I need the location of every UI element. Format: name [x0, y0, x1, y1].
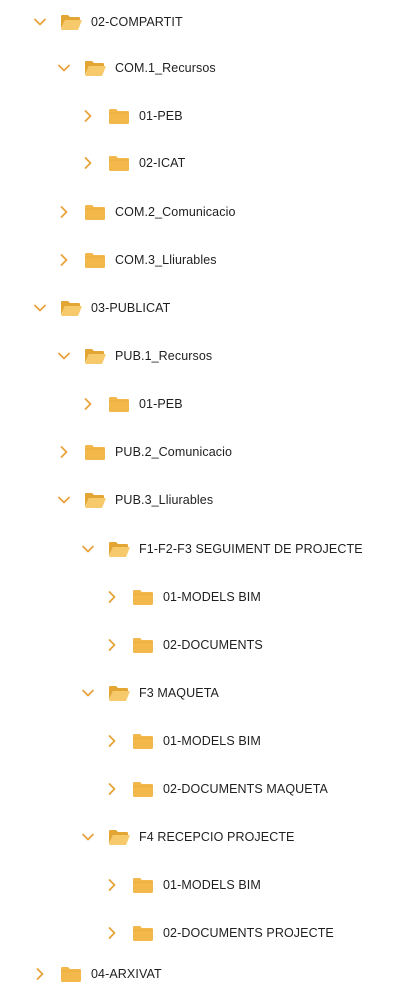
tree-item-label: F4 RECEPCIO PROJECTE: [139, 830, 295, 844]
tree-item-label: COM.2_Comunicacio: [115, 205, 236, 219]
tree-item-label: 01-PEB: [139, 109, 183, 123]
folder-icon: [132, 588, 154, 606]
chevron-right-icon[interactable]: [104, 637, 120, 653]
tree-item-label: 02-COMPARTIT: [91, 15, 183, 29]
tree-item-f1-02-documents[interactable]: 02-DOCUMENTS: [0, 623, 404, 667]
folder-open-icon: [108, 828, 130, 846]
tree-item-label: 01-MODELS BIM: [163, 878, 261, 892]
tree-item-label: 03-PUBLICAT: [91, 301, 171, 315]
folder-open-icon: [84, 59, 106, 77]
chevron-down-icon[interactable]: [32, 300, 48, 316]
chevron-right-icon[interactable]: [56, 252, 72, 268]
chevron-down-icon[interactable]: [56, 492, 72, 508]
chevron-right-icon[interactable]: [80, 155, 96, 171]
folder-icon: [132, 876, 154, 894]
chevron-right-icon[interactable]: [56, 204, 72, 220]
tree-item-label: COM.3_Lliurables: [115, 253, 217, 267]
tree-item-label: COM.1_Recursos: [115, 61, 216, 75]
tree-item-04-arxivat[interactable]: 04-ARXIVAT: [0, 952, 404, 996]
chevron-right-icon[interactable]: [80, 396, 96, 412]
chevron-right-icon[interactable]: [104, 781, 120, 797]
chevron-right-icon[interactable]: [104, 925, 120, 941]
tree-item-f1-01-models-bim[interactable]: 01-MODELS BIM: [0, 575, 404, 619]
tree-item-pub3-lliurables[interactable]: PUB.3_Lliurables: [0, 478, 404, 522]
folder-open-icon: [84, 347, 106, 365]
tree-item-f4-02-documents-projecte[interactable]: 02-DOCUMENTS PROJECTE: [0, 911, 404, 955]
folder-icon: [132, 636, 154, 654]
tree-item-label: F3 MAQUETA: [139, 686, 219, 700]
folder-icon: [84, 203, 106, 221]
folder-open-icon: [108, 540, 130, 558]
tree-item-03-publicat[interactable]: 03-PUBLICAT: [0, 286, 404, 330]
chevron-down-icon[interactable]: [56, 348, 72, 364]
tree-item-f3-02-documents-maqueta[interactable]: 02-DOCUMENTS MAQUETA: [0, 767, 404, 811]
chevron-right-icon[interactable]: [104, 589, 120, 605]
tree-item-com1-01-peb[interactable]: 01-PEB: [0, 94, 404, 138]
folder-icon: [84, 443, 106, 461]
chevron-down-icon[interactable]: [80, 685, 96, 701]
tree-item-label: PUB.3_Lliurables: [115, 493, 214, 507]
folder-icon: [108, 395, 130, 413]
chevron-down-icon[interactable]: [32, 14, 48, 30]
tree-item-com1-recursos[interactable]: COM.1_Recursos: [0, 46, 404, 90]
folder-icon: [132, 924, 154, 942]
tree-item-label: 01-MODELS BIM: [163, 734, 261, 748]
tree-item-02-compartit[interactable]: 02-COMPARTIT: [0, 0, 404, 44]
tree-item-label: 02-DOCUMENTS MAQUETA: [163, 782, 328, 796]
tree-item-label: 02-DOCUMENTS: [163, 638, 263, 652]
tree-item-label: 04-ARXIVAT: [91, 967, 162, 981]
tree-item-com2-comunicacio[interactable]: COM.2_Comunicacio: [0, 190, 404, 234]
chevron-right-icon[interactable]: [56, 444, 72, 460]
tree-item-label: PUB.2_Comunicacio: [115, 445, 233, 459]
chevron-down-icon[interactable]: [80, 541, 96, 557]
folder-icon: [60, 965, 82, 983]
tree-item-pub2-comunicacio[interactable]: PUB.2_Comunicacio: [0, 430, 404, 474]
tree-item-pub1-01-peb[interactable]: 01-PEB: [0, 382, 404, 426]
chevron-down-icon[interactable]: [56, 60, 72, 76]
tree-item-f3-01-models-bim[interactable]: 01-MODELS BIM: [0, 719, 404, 763]
tree-item-label: F1-F2-F3 SEGUIMENT DE PROJECTE: [139, 542, 363, 556]
chevron-right-icon[interactable]: [104, 877, 120, 893]
folder-open-icon: [60, 13, 82, 31]
tree-item-f4-recepcio-projecte[interactable]: F4 RECEPCIO PROJECTE: [0, 815, 404, 859]
tree-item-pub1-recursos[interactable]: PUB.1_Recursos: [0, 334, 404, 378]
folder-icon: [132, 780, 154, 798]
folder-open-icon: [60, 299, 82, 317]
tree-item-label: 01-MODELS BIM: [163, 590, 261, 604]
tree-item-f1-f2-f3-seguiment[interactable]: F1-F2-F3 SEGUIMENT DE PROJECTE: [0, 527, 404, 571]
folder-icon: [84, 251, 106, 269]
folder-open-icon: [108, 684, 130, 702]
tree-item-label: 02-DOCUMENTS PROJECTE: [163, 926, 334, 940]
tree-item-f4-01-models-bim[interactable]: 01-MODELS BIM: [0, 863, 404, 907]
tree-item-com3-lliurables[interactable]: COM.3_Lliurables: [0, 238, 404, 282]
chevron-right-icon[interactable]: [32, 966, 48, 982]
folder-icon: [132, 732, 154, 750]
folder-open-icon: [84, 491, 106, 509]
tree-item-label: 01-PEB: [139, 397, 183, 411]
chevron-down-icon[interactable]: [80, 829, 96, 845]
tree-item-com1-02-icat[interactable]: 02-ICAT: [0, 141, 404, 185]
tree-item-label: 02-ICAT: [139, 156, 186, 170]
folder-icon: [108, 154, 130, 172]
folder-icon: [108, 107, 130, 125]
folder-tree: 02-COMPARTIT COM.1_Recursos 01-PEB 02-IC…: [0, 0, 404, 996]
chevron-right-icon[interactable]: [104, 733, 120, 749]
tree-item-label: PUB.1_Recursos: [115, 349, 213, 363]
tree-item-f3-maqueta[interactable]: F3 MAQUETA: [0, 671, 404, 715]
chevron-right-icon[interactable]: [80, 108, 96, 124]
